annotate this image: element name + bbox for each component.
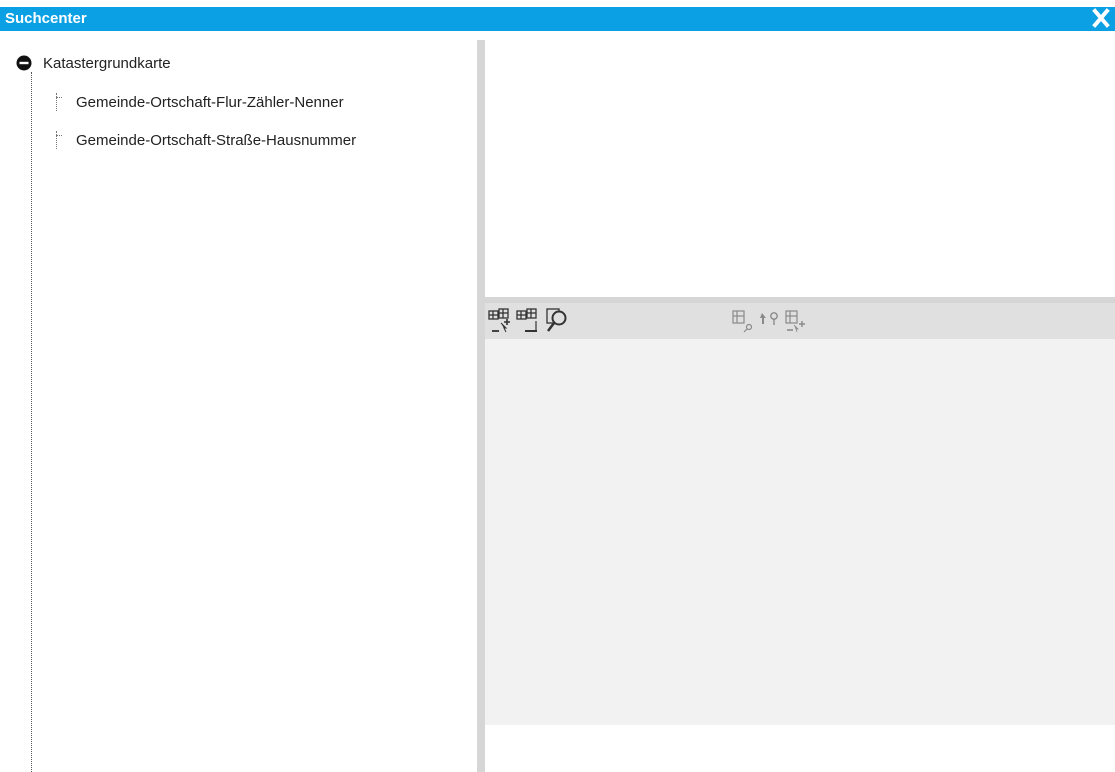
search-object-icon	[732, 310, 753, 333]
zoom-to-selection-button[interactable]	[543, 305, 571, 335]
map-toolbar	[485, 303, 1115, 339]
add-to-selection-icon	[488, 308, 510, 333]
window-titlebar: Suchcenter	[0, 7, 1115, 31]
remove-from-selection-button[interactable]	[515, 305, 543, 335]
collapse-icon[interactable]	[16, 55, 32, 71]
vertical-splitter[interactable]	[477, 40, 485, 772]
add-to-selection-button[interactable]	[487, 305, 515, 335]
zoom-to-selection-icon	[546, 308, 567, 332]
tree-connector-line	[31, 72, 32, 772]
tree-branch-icon	[56, 93, 66, 111]
add-object-button[interactable]	[781, 305, 809, 335]
tree-item-label: Gemeinde-Ortschaft-Straße-Hausnummer	[76, 131, 357, 149]
tree-branch-icon	[56, 131, 66, 149]
bottom-panel	[485, 725, 1115, 772]
map-view[interactable]	[485, 339, 1115, 725]
tree-item-strasse[interactable]: Gemeinde-Ortschaft-Straße-Hausnummer	[56, 129, 356, 151]
close-icon	[1092, 8, 1110, 28]
remove-from-selection-icon	[516, 308, 537, 332]
tree-node-root[interactable]: Katastergrundkarte	[16, 53, 171, 73]
result-panel	[485, 40, 1115, 297]
tree-node-label: Katastergrundkarte	[43, 54, 171, 72]
close-button[interactable]	[1087, 7, 1115, 31]
tree-item-flur[interactable]: Gemeinde-Ortschaft-Flur-Zähler-Nenner	[56, 91, 344, 113]
add-object-icon	[785, 310, 805, 333]
pick-location-icon	[760, 312, 778, 325]
search-tree-panel: Katastergrundkarte Gemeinde-Ortschaft-Fl…	[0, 40, 477, 772]
tree-item-label: Gemeinde-Ortschaft-Flur-Zähler-Nenner	[76, 93, 344, 111]
window-title: Suchcenter	[5, 10, 87, 27]
search-object-button[interactable]	[729, 305, 757, 335]
pick-location-button[interactable]	[755, 305, 783, 335]
